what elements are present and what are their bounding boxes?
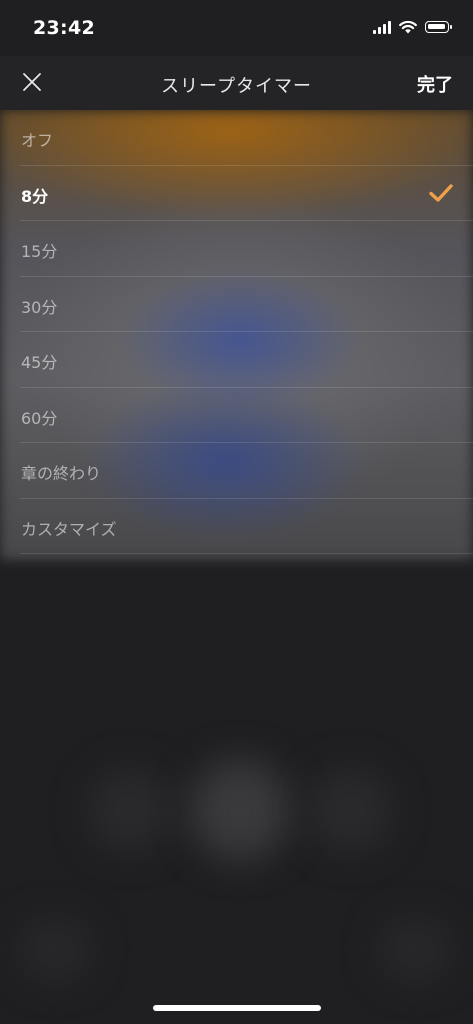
sleep-timer-options: オフ 8分 15分 30分 45分 60分 章の終わり カスタマイズ xyxy=(0,110,473,554)
battery-icon xyxy=(425,21,452,33)
option-label: カスタマイズ xyxy=(21,519,117,539)
option-off[interactable]: オフ xyxy=(20,110,473,166)
option-30min[interactable]: 30分 xyxy=(20,277,473,332)
option-label: 30分 xyxy=(21,297,58,317)
option-label: オフ xyxy=(21,131,54,150)
page-title: スリープタイマー xyxy=(161,76,312,97)
blurred-control xyxy=(310,770,390,850)
option-label: 章の終わり xyxy=(21,464,102,483)
blurred-control xyxy=(20,920,90,980)
blurred-control xyxy=(90,770,170,850)
blurred-control xyxy=(190,760,290,860)
nav-bar: スリープタイマー 完了 xyxy=(0,56,473,110)
option-label: 45分 xyxy=(21,353,58,372)
done-button[interactable]: 完了 xyxy=(417,71,453,97)
option-custom[interactable]: カスタマイズ xyxy=(20,499,473,554)
option-8min[interactable]: 8分 xyxy=(20,166,473,221)
option-label: 60分 xyxy=(21,408,58,428)
status-bar: 23:42 xyxy=(0,0,473,56)
option-label: 15分 xyxy=(21,242,58,261)
status-icons xyxy=(373,20,452,34)
status-time: 23:42 xyxy=(33,17,95,39)
option-45min[interactable]: 45分 xyxy=(20,332,473,388)
home-indicator[interactable] xyxy=(153,1005,321,1011)
wifi-icon xyxy=(399,20,417,34)
blurred-control xyxy=(380,920,450,980)
option-60min[interactable]: 60分 xyxy=(20,388,473,443)
option-label: 8分 xyxy=(21,186,49,206)
option-end-of-chapter[interactable]: 章の終わり xyxy=(20,443,473,499)
checkmark-icon xyxy=(429,183,453,202)
cellular-signal-icon xyxy=(373,20,391,34)
option-15min[interactable]: 15分 xyxy=(20,221,473,277)
